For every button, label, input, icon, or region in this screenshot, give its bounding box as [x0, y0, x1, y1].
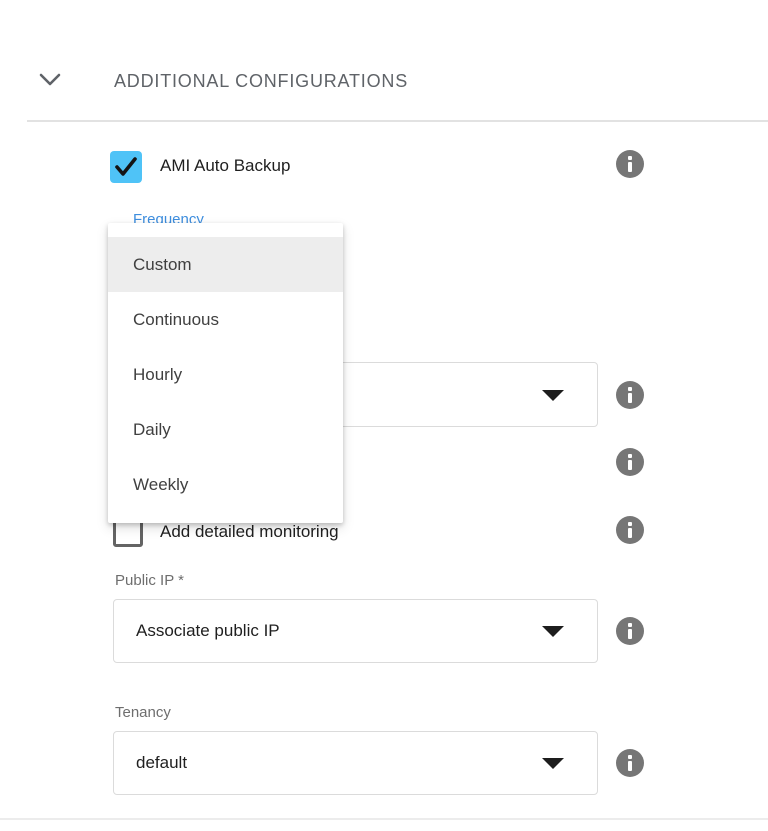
info-icon[interactable] [616, 617, 644, 645]
tenancy-select[interactable]: default [113, 731, 598, 795]
caret-down-icon [542, 758, 564, 769]
info-icon[interactable] [616, 516, 644, 544]
info-icon[interactable] [616, 448, 644, 476]
section-title: ADDITIONAL CONFIGURATIONS [114, 71, 408, 92]
caret-down-icon [542, 390, 564, 401]
ami-auto-backup-label[interactable]: AMI Auto Backup [160, 156, 290, 176]
frequency-dropdown-menu: Custom Continuous Hourly Daily Weekly [108, 223, 343, 523]
menu-item-weekly[interactable]: Weekly [108, 457, 343, 512]
info-icon[interactable] [616, 381, 644, 409]
tenancy-value: default [136, 753, 187, 773]
menu-item-hourly[interactable]: Hourly [108, 347, 343, 402]
menu-item-daily[interactable]: Daily [108, 402, 343, 457]
section-divider [27, 120, 768, 122]
tenancy-label: Tenancy [115, 704, 171, 721]
caret-down-icon [542, 626, 564, 637]
public-ip-select[interactable]: Associate public IP [113, 599, 598, 663]
menu-item-continuous[interactable]: Continuous [108, 292, 343, 347]
checkmark-icon [110, 151, 142, 183]
public-ip-value: Associate public IP [136, 621, 280, 641]
chevron-down-icon[interactable] [38, 70, 62, 90]
public-ip-label: Public IP * [115, 572, 184, 589]
bottom-divider [0, 818, 768, 820]
info-icon[interactable] [616, 749, 644, 777]
info-icon[interactable] [616, 150, 644, 178]
detailed-monitoring-label[interactable]: Add detailed monitoring [160, 522, 339, 542]
menu-item-custom[interactable]: Custom [108, 237, 343, 292]
ami-auto-backup-checkbox[interactable] [110, 151, 142, 183]
